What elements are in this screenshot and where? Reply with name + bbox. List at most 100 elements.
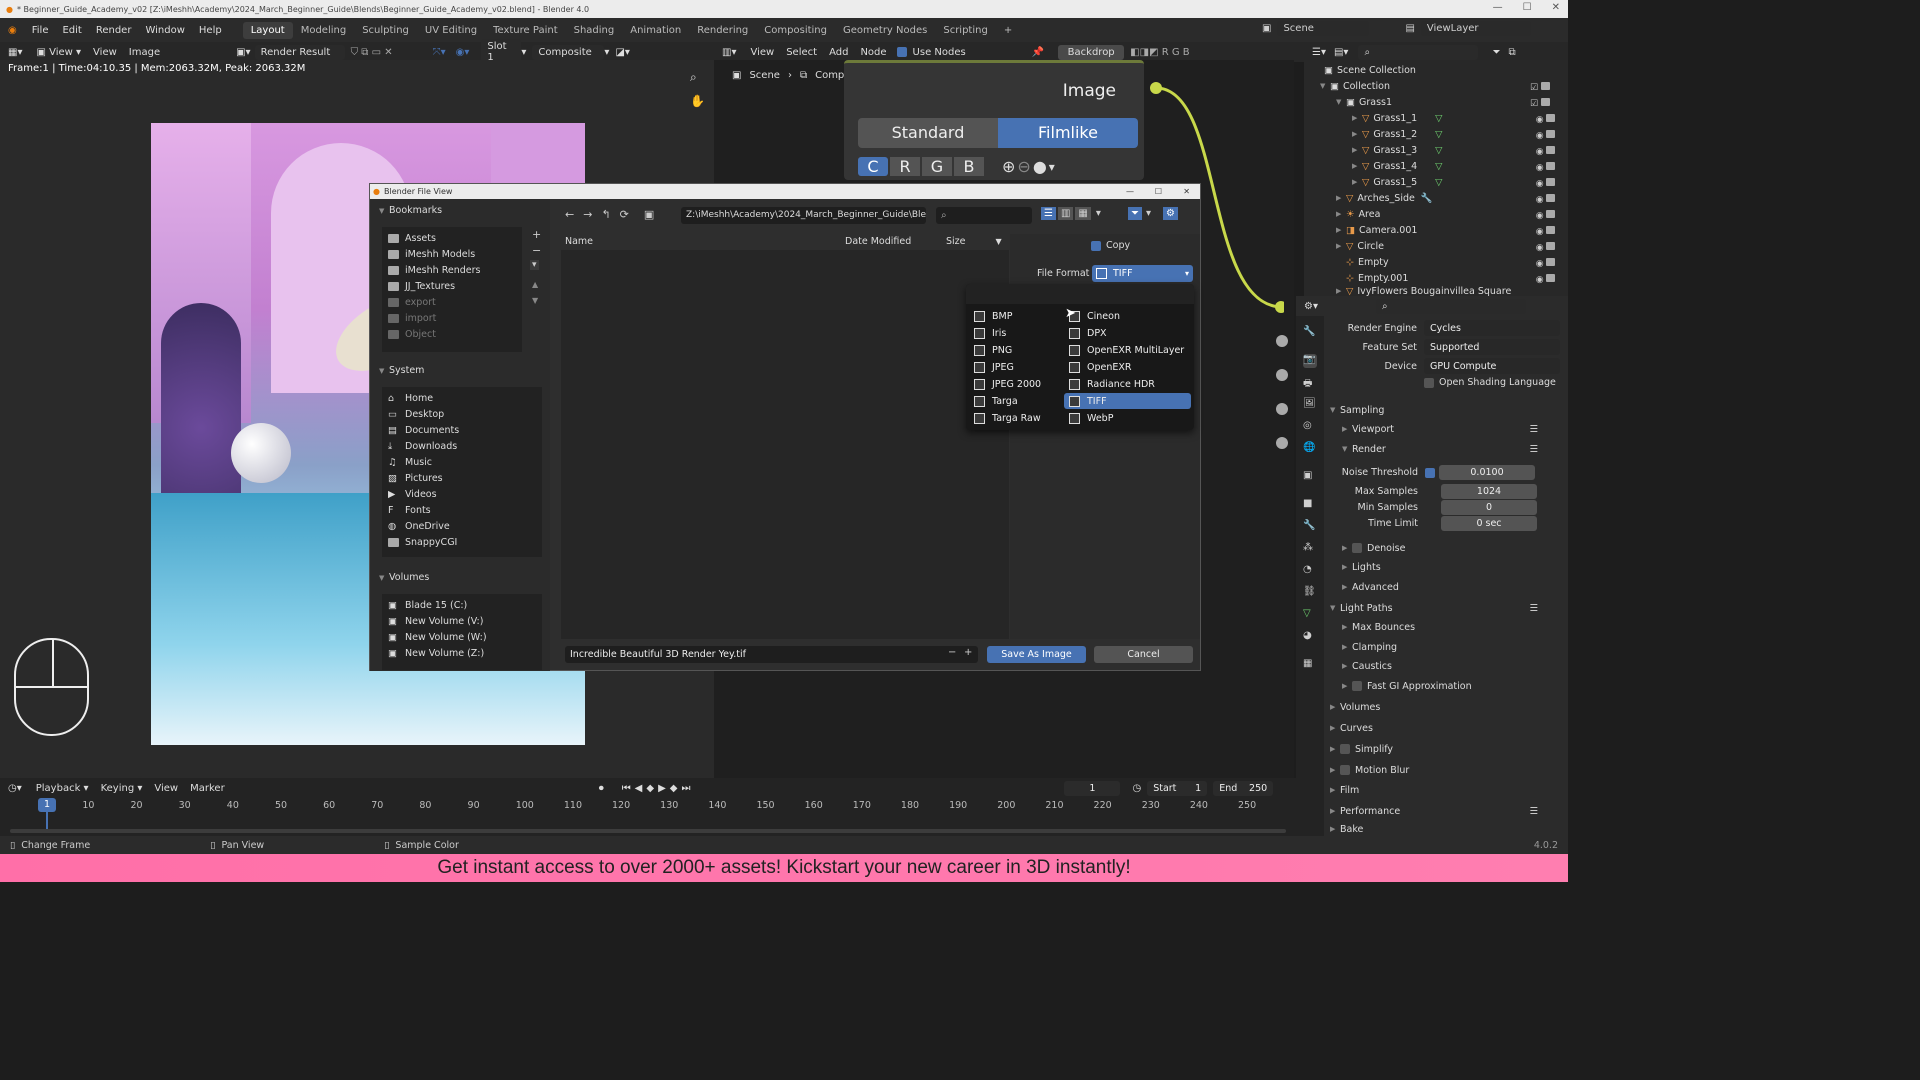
bookmark-item[interactable]: import (388, 310, 436, 326)
format-option-jpeg[interactable]: JPEG (974, 359, 1014, 375)
data-tab-icon[interactable]: ▽ (1303, 608, 1317, 622)
view-mode-dropdown[interactable]: ▣ View ▾ (30, 45, 87, 60)
panel-clamping[interactable]: ▶ Clamping (1342, 638, 1570, 656)
back-icon[interactable]: ← (565, 208, 574, 221)
menu-edit[interactable]: Edit (55, 25, 88, 36)
material-tab-icon[interactable]: ◕ (1303, 630, 1317, 644)
overlay-toggle-icon[interactable]: ◉▾ (456, 47, 470, 58)
playback-controls[interactable]: ⏮◀◆▶◆⏭ (622, 783, 695, 794)
timeline-type-icon[interactable]: ◷▾ (0, 783, 30, 794)
outliner-item[interactable]: ▼ ▣ Collection (1320, 78, 1560, 94)
channel-b-button[interactable]: B (954, 157, 984, 176)
system-item-home[interactable]: ⌂ Home (388, 390, 433, 406)
view-layer-selector[interactable]: ViewLayer (1420, 21, 1531, 36)
menu-view[interactable]: View (87, 45, 123, 60)
bookmark-item[interactable]: Assets (388, 230, 436, 246)
dialog-minimize-icon[interactable]: — (1126, 187, 1134, 196)
volume-item[interactable]: ▣ New Volume (V:) (388, 613, 483, 629)
properties-search[interactable]: ⌕ (1375, 298, 1526, 314)
volumes-section-header[interactable]: ▼ Volumes (379, 572, 429, 583)
panel-performance[interactable]: ▶ Performance ☰ (1330, 802, 1558, 820)
system-item-desktop[interactable]: ▭ Desktop (388, 406, 444, 422)
timeline[interactable]: 1 10 20 30 40 50 60 70 80 90 100 110 120 130 140 150 16… (0, 798, 1296, 836)
view-filmlike-button[interactable]: Filmlike (998, 118, 1138, 148)
gizmo-toggle-icon[interactable]: ⤧▾ (433, 47, 446, 58)
tab-texture-paint[interactable]: Texture Paint (485, 22, 566, 39)
menu-timeline-view[interactable]: View (148, 781, 184, 796)
tab-modeling[interactable]: Modeling (293, 22, 355, 39)
output-tab-icon[interactable]: 🖶 (1303, 376, 1317, 390)
filter-toggle-icon[interactable]: ⏷ (1128, 207, 1142, 220)
end-frame-field[interactable]: End 250 (1213, 780, 1274, 796)
view-layer-tab-icon[interactable]: 🖼 (1303, 398, 1317, 412)
bookmark-item[interactable]: Object (388, 326, 436, 342)
increment-filename-icon[interactable]: + (964, 647, 972, 658)
tab-sculpting[interactable]: Sculpting (354, 22, 417, 39)
bookmark-item[interactable]: iMeshh Renders (388, 262, 480, 278)
format-option-png[interactable]: PNG (974, 342, 1012, 358)
format-option-tiff[interactable]: TIFF (1064, 393, 1191, 409)
pin-icon[interactable]: 📌 (1032, 47, 1044, 58)
osl-checkbox[interactable] (1424, 377, 1434, 388)
outliner-item[interactable]: ▣ Scene Collection (1314, 62, 1554, 78)
system-item-downloads[interactable]: ⤓ Downloads (388, 438, 457, 454)
maximize-icon[interactable]: ☐ (1523, 2, 1532, 13)
panel-lights[interactable]: ▶ Lights (1342, 558, 1570, 576)
menu-window[interactable]: Window (138, 25, 191, 36)
volume-item[interactable]: ▣ Blade 15 (C:) (388, 597, 467, 613)
list-horizontal-icon[interactable]: ▥ (1057, 207, 1074, 220)
parent-dir-icon[interactable]: ↰ (601, 208, 610, 221)
time-limit-field[interactable]: 0 sec (1441, 516, 1537, 531)
blender-menu-icon[interactable]: ◉ (0, 25, 25, 36)
menu-node-select[interactable]: Select (780, 45, 823, 60)
zoom-out-icon[interactable]: ⊖ (1017, 157, 1030, 176)
node-editor-type-icon[interactable]: ▥▾ (714, 47, 744, 58)
device-dropdown[interactable]: GPU Compute (1424, 358, 1560, 374)
render-engine-dropdown[interactable]: Cycles (1424, 320, 1560, 336)
bookmark-item[interactable]: iMeshh Models (388, 246, 475, 262)
menu-render[interactable]: Render (89, 25, 139, 36)
display-settings-chevron-icon[interactable]: ▾ (1093, 207, 1104, 220)
channel-c-button[interactable]: C (858, 157, 888, 176)
format-option-dpx[interactable]: DPX (1069, 325, 1107, 341)
tab-geometry-nodes[interactable]: Geometry Nodes (835, 22, 935, 39)
list-icon[interactable]: ☰ (1529, 806, 1538, 817)
column-name[interactable]: Name (565, 236, 593, 247)
save-as-image-button[interactable]: Save As Image (987, 646, 1086, 663)
system-item-onedrive[interactable]: ◍ OneDrive (388, 518, 450, 534)
noise-threshold-field[interactable]: 0.0100 (1439, 465, 1535, 480)
timeline-scrollbar[interactable] (10, 829, 1286, 833)
format-option-webp[interactable]: WebP (1069, 410, 1113, 426)
physics-tab-icon[interactable]: ◔ (1303, 564, 1317, 578)
panel-simplify[interactable]: ▶ Simplify (1330, 740, 1558, 758)
filter-icon[interactable]: ⏷ (1492, 47, 1500, 58)
menu-node-node[interactable]: Node (854, 45, 892, 60)
tool-tab-icon[interactable]: 🔧 (1303, 326, 1317, 340)
bookmark-remove-icon[interactable]: − (532, 244, 541, 257)
tab-rendering[interactable]: Rendering (689, 22, 756, 39)
panel-denoise[interactable]: ▶ Denoise (1342, 539, 1570, 557)
noise-threshold-checkbox[interactable] (1425, 467, 1435, 478)
modifier-tab-icon[interactable]: 🔧 (1303, 520, 1317, 534)
outliner-type-icon[interactable]: ☰▾ (1304, 47, 1334, 58)
format-option-radiance-hdr[interactable]: Radiance HDR (1069, 376, 1155, 392)
zoom-tool-icon[interactable]: ⌕ (690, 70, 697, 85)
decrement-filename-icon[interactable]: − (948, 647, 956, 658)
format-option-openexr[interactable]: OpenEXR (1069, 359, 1132, 375)
panel-caustics[interactable]: ▶ Caustics (1342, 657, 1570, 675)
list-icon[interactable]: ☰ (1529, 444, 1538, 455)
use-nodes-checkbox[interactable] (896, 47, 907, 57)
backdrop-toggle[interactable]: Backdrop (1058, 44, 1125, 60)
visibility-column[interactable]: ☑ ☑ ◉ ◉ ◉ ◉ ◉ ◉ ◉ ◉ ◉ ◉ ◉ (1530, 80, 1560, 288)
menu-help[interactable]: Help (192, 25, 229, 36)
current-frame-field[interactable]: 1 (1064, 780, 1121, 796)
editor-type-icon[interactable]: ▦▾ (0, 47, 30, 58)
display-mode-icon[interactable]: ▤▾ (1334, 47, 1348, 58)
min-samples-field[interactable]: 0 (1441, 500, 1537, 515)
texture-tab-icon[interactable]: ▦ (1303, 658, 1317, 672)
new-folder-icon[interactable]: ▣ (644, 208, 654, 221)
filter-chevron-icon[interactable]: ▾ (1146, 208, 1151, 219)
volume-item[interactable]: ▣ New Volume (W:) (388, 629, 487, 645)
system-item-pictures[interactable]: ▨ Pictures (388, 470, 443, 486)
forward-icon[interactable]: → (583, 208, 592, 221)
